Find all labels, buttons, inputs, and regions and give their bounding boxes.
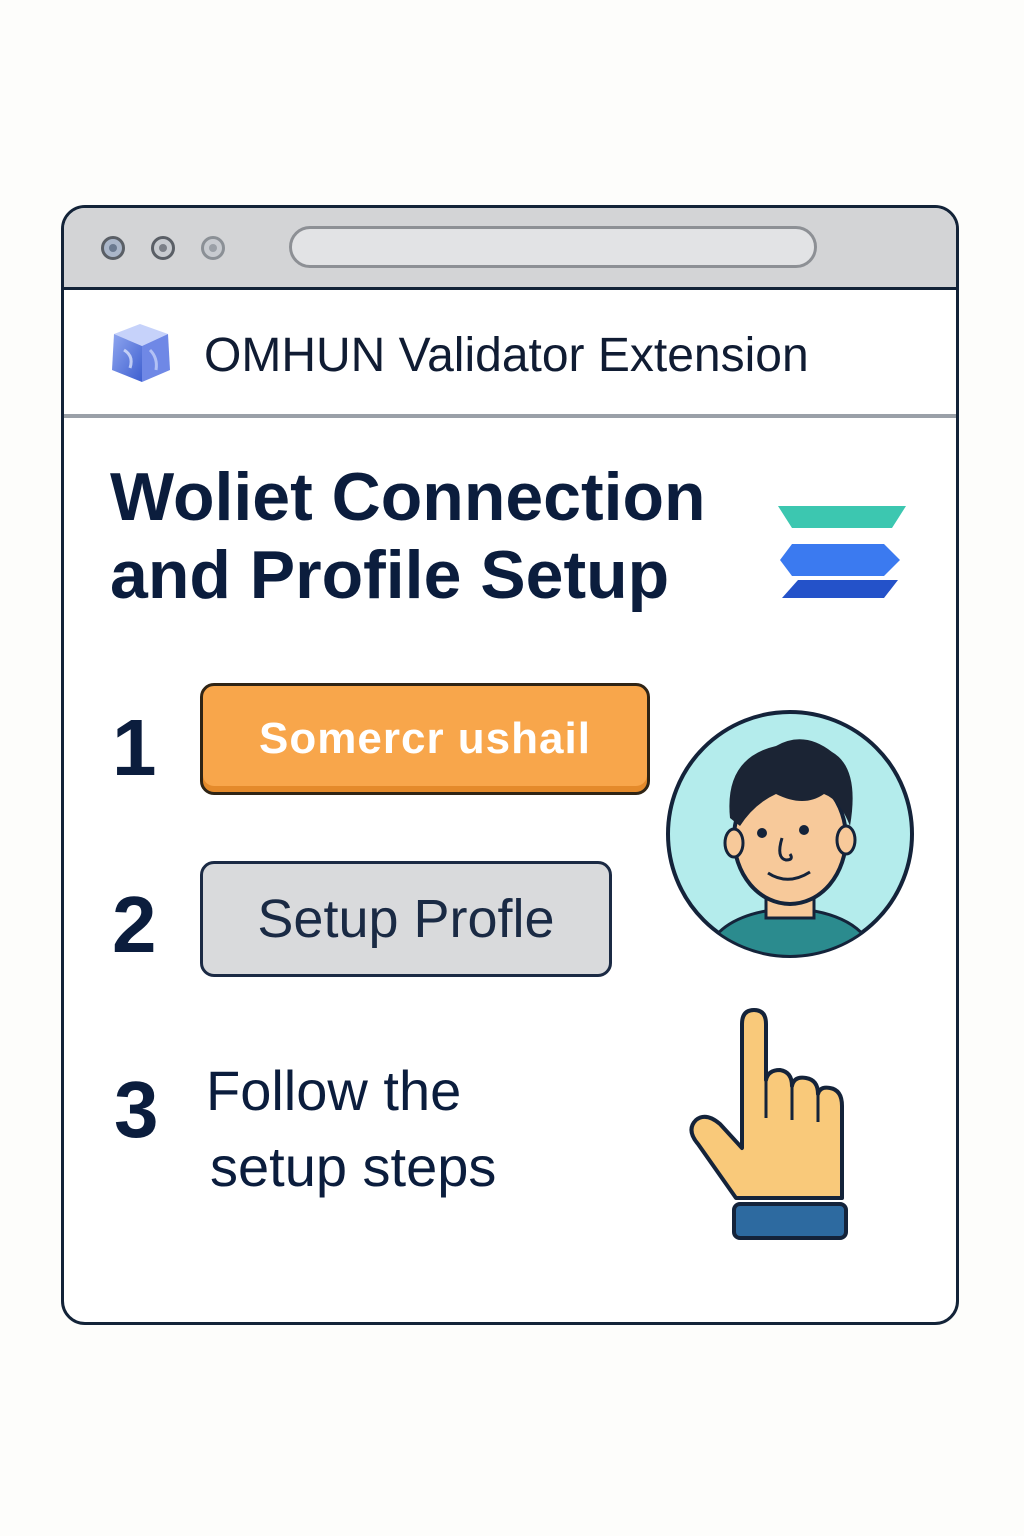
window-minimize-button[interactable] — [151, 236, 175, 260]
step-number-1: 1 — [112, 703, 157, 792]
step-3-line-1: Follow the — [206, 1059, 462, 1122]
cube-logo-icon — [112, 324, 170, 382]
extension-header: OMHUN Validator Extension — [64, 290, 956, 418]
heading-line-2: and Profile Setup — [110, 537, 670, 613]
step-number-2: 2 — [112, 880, 157, 969]
heading-line-1: Woliet Connection — [110, 459, 706, 535]
user-avatar-icon — [666, 710, 914, 958]
browser-window: OMHUN Validator Extension Woliet Connect… — [61, 205, 959, 1325]
browser-titlebar — [64, 208, 956, 290]
step-number-3: 3 — [114, 1065, 159, 1154]
address-bar[interactable] — [289, 226, 817, 268]
step-3-instructions: Follow the setup steps — [206, 1053, 496, 1205]
layer-stack-icon — [778, 506, 906, 598]
step-3-line-2: setup steps — [210, 1135, 497, 1198]
window-close-button[interactable] — [101, 236, 125, 260]
window-maximize-button[interactable] — [201, 236, 225, 260]
extension-title: OMHUN Validator Extension — [204, 329, 809, 382]
connect-wallet-button[interactable]: Somercr ushail — [200, 683, 650, 795]
pointing-hand-icon — [689, 1008, 848, 1240]
setup-profile-button[interactable]: Setup Profle — [200, 861, 612, 977]
page-heading: Woliet Connection and Profile Setup — [110, 458, 730, 614]
